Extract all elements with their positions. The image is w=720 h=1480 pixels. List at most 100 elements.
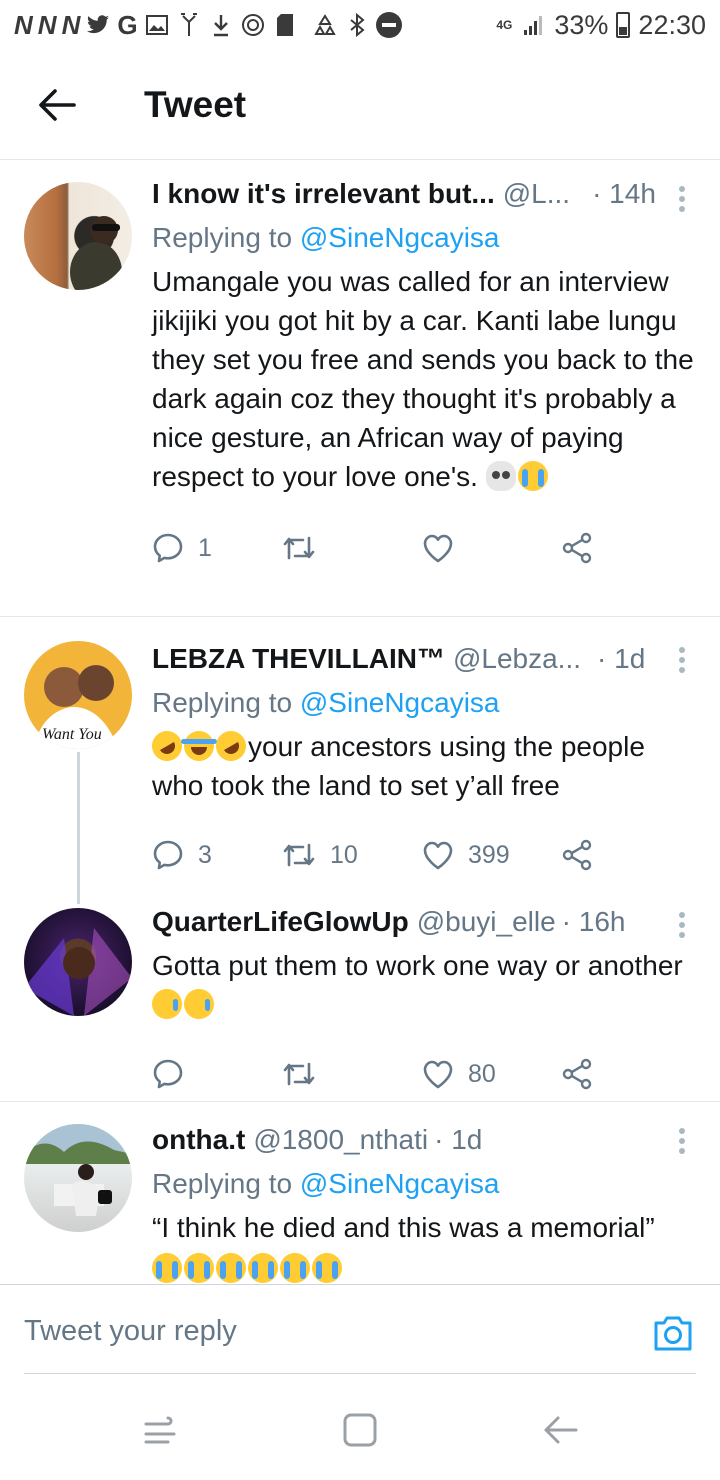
sad-face-emoji-icon <box>152 989 182 1019</box>
page-title: Tweet <box>144 83 247 125</box>
tweet-time: · 16h <box>561 906 626 937</box>
author-name[interactable]: QuarterLifeGlowUp <box>152 906 409 938</box>
author-name[interactable]: ontha.t <box>152 1124 245 1156</box>
more-options-icon[interactable] <box>674 910 690 940</box>
reply-button[interactable] <box>152 1058 282 1090</box>
twitter-icon <box>85 12 111 38</box>
retweet-button[interactable]: 10 <box>282 841 422 870</box>
heart-icon <box>423 534 453 563</box>
more-options-icon[interactable] <box>674 645 690 675</box>
skull-emoji-icon <box>485 461 516 491</box>
instagram-icon <box>240 12 266 38</box>
tweet-time: · 1d <box>597 643 646 674</box>
battery-percent: 33% <box>554 9 609 40</box>
reply-count: 1 <box>198 533 212 562</box>
replying-prefix: Replying to <box>152 1168 293 1199</box>
reply-count: 3 <box>198 840 212 869</box>
avatar[interactable] <box>24 1124 132 1232</box>
composer-underline <box>24 1373 696 1374</box>
camera-button[interactable] <box>652 1313 694 1353</box>
share-icon <box>562 1058 592 1090</box>
author-handle[interactable]: @L... <box>503 178 570 210</box>
crying-face-emoji-icon <box>184 1253 214 1283</box>
tweet[interactable]: Want You LEBZA THEVILLAIN™ @Lebza... · 1… <box>0 617 720 885</box>
tears-of-joy-emoji-icon <box>181 731 217 761</box>
mention-link[interactable]: @SineNgcayisa <box>300 1168 500 1199</box>
like-button[interactable]: 399 <box>422 840 562 870</box>
more-options-icon[interactable] <box>674 1126 690 1156</box>
replying-prefix: Replying to <box>152 222 293 253</box>
app-bar: Tweet <box>0 50 720 160</box>
share-button[interactable] <box>562 1058 594 1090</box>
reply-composer: Tweet your reply <box>0 1284 720 1384</box>
avatar[interactable] <box>24 908 132 1016</box>
back-nav-button[interactable] <box>540 1410 580 1450</box>
avatar[interactable]: Want You <box>24 641 132 749</box>
reply-input[interactable]: Tweet your reply <box>24 1315 237 1348</box>
network-type: 4G <box>496 18 513 32</box>
crying-face-emoji-icon <box>280 1253 310 1283</box>
crying-face-emoji-icon <box>312 1253 342 1283</box>
camera-icon <box>654 1316 692 1351</box>
n-notification-icon: N <box>14 9 33 40</box>
download-icon <box>208 12 234 38</box>
mention-link[interactable]: @SineNgcayisa <box>300 222 500 253</box>
tweet-text-content: “I think he died and this was a memorial… <box>152 1212 655 1243</box>
reply-button[interactable]: 3 <box>152 839 282 871</box>
crying-face-emoji-icon <box>216 1253 246 1283</box>
tweet-time: · 14h <box>592 178 656 209</box>
share-icon <box>562 839 592 871</box>
g-notification-icon: G <box>117 9 138 40</box>
reply-icon <box>153 840 183 870</box>
reply-button[interactable]: 1 <box>152 532 282 564</box>
back-arrow-icon <box>544 1416 578 1444</box>
retweet-icon <box>283 536 315 560</box>
author-handle[interactable]: @buyi_elle <box>417 906 556 938</box>
author-name[interactable]: I know it's irrelevant but... <box>152 178 495 210</box>
rofl-emoji-icon <box>210 725 252 767</box>
replying-to: Replying to @SineNgcayisa <box>152 1164 692 1204</box>
battery-icon <box>616 12 631 38</box>
share-button[interactable] <box>562 839 594 871</box>
crying-face-emoji-icon <box>517 461 548 491</box>
retweet-count: 10 <box>330 840 358 869</box>
reply-icon <box>153 1059 183 1089</box>
crying-face-emoji-icon <box>248 1253 278 1283</box>
back-button[interactable] <box>22 70 92 140</box>
tweet-text-content: Umangale you was called for an interview… <box>152 266 694 492</box>
author-handle[interactable]: @Lebza... <box>453 643 581 675</box>
replying-prefix: Replying to <box>152 687 293 718</box>
system-nav-bar <box>0 1388 720 1480</box>
retweet-button[interactable] <box>282 1060 422 1088</box>
retweet-button[interactable] <box>282 534 422 562</box>
like-button[interactable]: 80 <box>422 1059 562 1089</box>
clock: 22:30 <box>638 9 706 40</box>
author-name[interactable]: LEBZA THEVILLAIN™ <box>152 643 445 675</box>
n-notification-icon: N <box>61 9 81 40</box>
more-options-icon[interactable] <box>674 184 690 214</box>
share-icon <box>562 532 592 564</box>
mention-link[interactable]: @SineNgcayisa <box>300 687 500 718</box>
gallery-icon <box>144 12 170 38</box>
tweet-text: your ancestors using the people who took… <box>146 725 697 805</box>
svg-text:Want You: Want You <box>42 726 102 743</box>
heart-icon <box>423 841 453 870</box>
author-handle[interactable]: @1800_nthati <box>253 1124 428 1156</box>
crying-face-emoji-icon <box>152 1253 182 1283</box>
avatar[interactable] <box>24 182 132 290</box>
tweet-text: Umangale you was called for an interview… <box>152 262 697 496</box>
tweet[interactable]: I know it's irrelevant but... @L... · 14… <box>0 160 720 616</box>
like-count: 399 <box>468 840 510 869</box>
tweet[interactable]: ontha.t @1800_nthati · 1d Replying to @S… <box>0 1102 720 1284</box>
tweet[interactable]: QuarterLifeGlowUp @buyi_elle · 16h Gotta… <box>0 888 720 1100</box>
share-button[interactable] <box>562 532 594 564</box>
antenna-icon <box>176 12 202 38</box>
home-button[interactable] <box>340 1410 380 1450</box>
recents-button[interactable] <box>140 1410 180 1450</box>
retweet-icon <box>283 1062 315 1086</box>
rofl-emoji-icon <box>146 725 188 767</box>
like-button[interactable] <box>422 533 562 563</box>
signal-icon <box>520 12 546 38</box>
retweet-icon <box>283 843 315 867</box>
tweet-text-content: Gotta put them to work one way or anothe… <box>152 950 683 981</box>
